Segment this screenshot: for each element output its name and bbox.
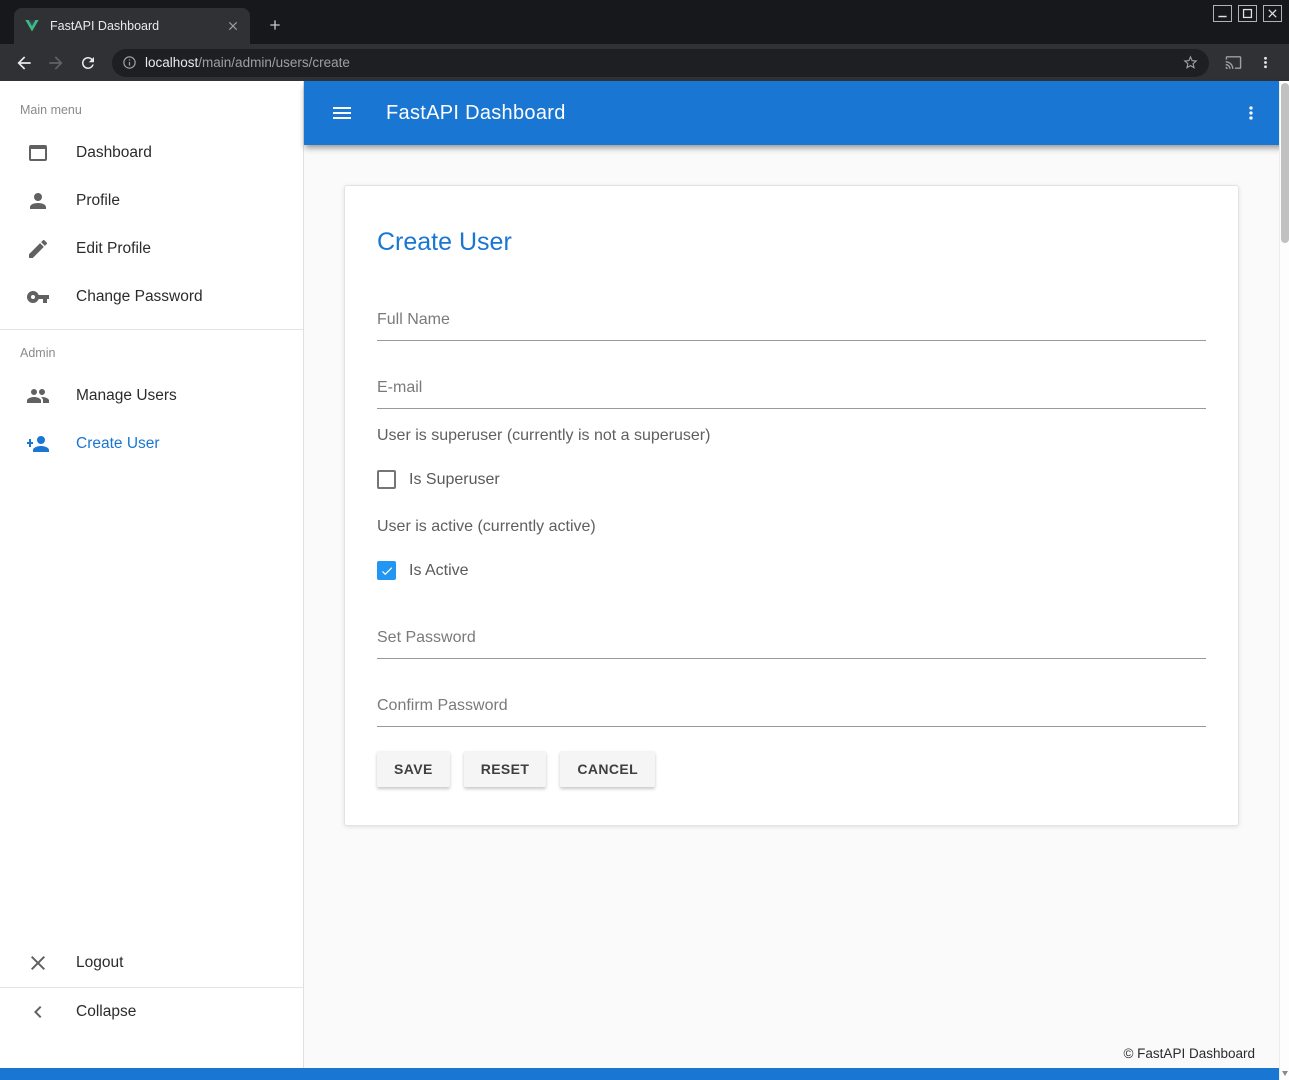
toolbar-overflow-menu-icon[interactable] bbox=[1233, 95, 1269, 131]
active-checkbox[interactable] bbox=[377, 561, 396, 580]
browser-navbar: localhost/main/admin/users/create bbox=[0, 44, 1289, 81]
input-underline bbox=[377, 658, 1206, 659]
footer-accent-bar bbox=[0, 1068, 1289, 1080]
sidebar-item-label: Dashboard bbox=[76, 144, 152, 162]
footer-copyright: © FastAPI Dashboard bbox=[1123, 1046, 1255, 1061]
active-checkbox-label: Is Active bbox=[409, 562, 469, 580]
form-actions: SAVE RESET CANCEL bbox=[377, 751, 1206, 787]
url-bar[interactable]: localhost/main/admin/users/create bbox=[112, 49, 1209, 77]
input-underline bbox=[377, 726, 1206, 727]
page-title: Create User bbox=[377, 228, 1206, 257]
active-hint: User is active (currently active) bbox=[377, 518, 1206, 536]
url-text: localhost/main/admin/users/create bbox=[145, 55, 350, 70]
browser-titlebar: FastAPI Dashboard bbox=[0, 0, 1289, 44]
confirm-password-label: Confirm Password bbox=[377, 697, 1206, 715]
sidebar-item-edit-profile[interactable]: Edit Profile bbox=[0, 225, 303, 273]
people-icon bbox=[26, 384, 50, 408]
browser-menu-icon[interactable] bbox=[1251, 49, 1279, 77]
sidebar-item-label: Edit Profile bbox=[76, 240, 151, 258]
sidebar-item-label: Manage Users bbox=[76, 387, 177, 405]
active-checkbox-row: Is Active bbox=[377, 561, 1206, 580]
sidebar-item-dashboard[interactable]: Dashboard bbox=[0, 129, 303, 177]
page-scrollbar[interactable] bbox=[1279, 81, 1289, 1080]
new-tab-button[interactable] bbox=[262, 12, 288, 38]
back-icon[interactable] bbox=[10, 49, 38, 77]
main-area: FastAPI Dashboard Create User Full Name … bbox=[304, 81, 1289, 1068]
confirm-password-field[interactable]: Confirm Password bbox=[377, 697, 1206, 727]
sidebar-item-profile[interactable]: Profile bbox=[0, 177, 303, 225]
page-content: Create User Full Name E-mail User is sup… bbox=[304, 145, 1289, 1038]
full-name-field[interactable]: Full Name bbox=[377, 311, 1206, 341]
sidebar-item-label: Profile bbox=[76, 192, 120, 210]
full-name-label: Full Name bbox=[377, 311, 1206, 329]
footer: © FastAPI Dashboard bbox=[304, 1038, 1289, 1068]
save-button[interactable]: SAVE bbox=[377, 751, 450, 787]
cast-icon[interactable] bbox=[1219, 49, 1247, 77]
chevron-left-icon bbox=[26, 1000, 50, 1024]
tab-close-icon[interactable] bbox=[224, 17, 242, 35]
app-root: Main menu Dashboard Profile Edit Profile bbox=[0, 81, 1289, 1080]
sidebar-section-main-menu: Main menu bbox=[0, 81, 303, 129]
person-icon bbox=[26, 189, 50, 213]
sidebar-section-admin: Admin bbox=[0, 330, 303, 372]
vue-logo-icon bbox=[24, 18, 40, 34]
site-info-icon[interactable] bbox=[122, 55, 137, 70]
scrollbar-thumb[interactable] bbox=[1281, 83, 1289, 243]
person-add-icon bbox=[26, 432, 50, 456]
sidebar-spacer bbox=[0, 468, 303, 939]
pencil-icon bbox=[26, 237, 50, 261]
close-icon bbox=[26, 951, 50, 975]
window-close-button[interactable] bbox=[1263, 5, 1282, 22]
sidebar-item-label: Collapse bbox=[76, 1003, 136, 1021]
sidebar-item-collapse[interactable]: Collapse bbox=[0, 988, 303, 1036]
url-path: /main/admin/users/create bbox=[198, 55, 350, 70]
window-controls bbox=[1213, 5, 1282, 22]
browser-tab[interactable]: FastAPI Dashboard bbox=[14, 8, 250, 44]
url-host: localhost bbox=[145, 55, 198, 70]
key-icon bbox=[26, 285, 50, 309]
dashboard-icon bbox=[26, 141, 50, 165]
app-toolbar: FastAPI Dashboard bbox=[304, 81, 1289, 145]
reload-icon[interactable] bbox=[74, 49, 102, 77]
superuser-checkbox-label: Is Superuser bbox=[409, 471, 500, 489]
hamburger-menu-icon[interactable] bbox=[324, 95, 360, 131]
sidebar: Main menu Dashboard Profile Edit Profile bbox=[0, 81, 304, 1068]
sidebar-item-label: Change Password bbox=[76, 288, 203, 306]
input-underline bbox=[377, 340, 1206, 341]
set-password-field[interactable]: Set Password bbox=[377, 629, 1206, 659]
window-maximize-button[interactable] bbox=[1238, 5, 1257, 22]
superuser-checkbox[interactable] bbox=[377, 470, 396, 489]
forward-icon[interactable] bbox=[42, 49, 70, 77]
bookmark-star-icon[interactable] bbox=[1182, 54, 1199, 71]
tab-title: FastAPI Dashboard bbox=[50, 19, 224, 33]
reset-button[interactable]: RESET bbox=[464, 751, 547, 787]
app-title: FastAPI Dashboard bbox=[386, 102, 566, 125]
window-minimize-button[interactable] bbox=[1213, 5, 1232, 22]
sidebar-item-label: Create User bbox=[76, 435, 160, 453]
set-password-label: Set Password bbox=[377, 629, 1206, 647]
sidebar-item-label: Logout bbox=[76, 954, 123, 972]
scrollbar-down-arrow-icon[interactable] bbox=[1282, 1071, 1288, 1076]
sidebar-item-change-password[interactable]: Change Password bbox=[0, 273, 303, 321]
create-user-card: Create User Full Name E-mail User is sup… bbox=[344, 185, 1239, 826]
email-field[interactable]: E-mail bbox=[377, 379, 1206, 409]
superuser-hint: User is superuser (currently is not a su… bbox=[377, 427, 1206, 445]
superuser-checkbox-row: Is Superuser bbox=[377, 470, 1206, 489]
sidebar-item-create-user[interactable]: Create User bbox=[0, 420, 303, 468]
sidebar-item-manage-users[interactable]: Manage Users bbox=[0, 372, 303, 420]
email-label: E-mail bbox=[377, 379, 1206, 397]
input-underline bbox=[377, 408, 1206, 409]
cancel-button[interactable]: CANCEL bbox=[560, 751, 655, 787]
sidebar-item-logout[interactable]: Logout bbox=[0, 939, 303, 987]
